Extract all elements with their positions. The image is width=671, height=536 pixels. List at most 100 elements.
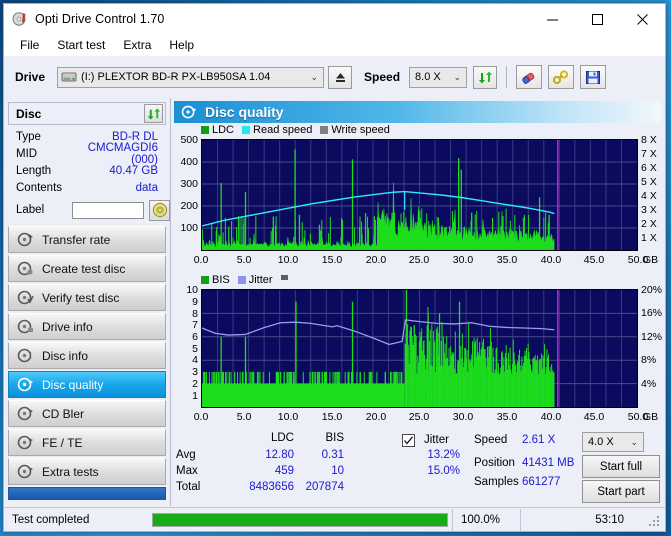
ldc-chart: LDC Read speed Write speed 500 400 300 2… (174, 124, 661, 274)
stats-row-label-avg: Avg (176, 449, 196, 461)
ldc-ytick-300: 300 (180, 178, 198, 190)
disc-quality-header: Disc quality (174, 101, 661, 123)
disc-detect-button[interactable] (149, 199, 170, 221)
speed-value: 8.0 X (415, 71, 441, 83)
sidebar-item-drive-info[interactable]: Drive info (8, 313, 166, 340)
disc-panel-header: Disc (8, 102, 166, 125)
bis-ytick-right-12pct: 12% (641, 331, 663, 343)
bis-xtick-20: 20.0 (365, 411, 387, 423)
nav-fill-strip (8, 487, 166, 500)
sidebar-item-transfer-rate[interactable]: Transfer rate (8, 226, 166, 253)
sidebar-item-cd-bler[interactable]: CD Bler (8, 400, 166, 427)
ldc-ytick-right-5x: 5 X (641, 176, 657, 188)
disc-quality-icon (17, 377, 35, 393)
disc-info-key: Length (16, 164, 52, 177)
legend-label-read-speed: Read speed (253, 124, 313, 136)
sidebar-item-label: Disc info (42, 348, 89, 363)
stats-bis-total: 207874 (305, 481, 344, 493)
menu-help[interactable]: Help (161, 36, 202, 54)
disc-info-value: data (135, 181, 158, 194)
stats-ldc-total: 8483656 (249, 481, 294, 493)
maximize-button[interactable] (575, 4, 620, 34)
ldc-xtick-45: 45.0 (583, 254, 605, 266)
stats-speed-value: 2.61 X (522, 434, 556, 446)
ldc-ytick-500: 500 (180, 134, 198, 146)
ldc-ytick-right-7x: 7 X (641, 148, 657, 160)
sidebar-item-label: FE / TE (42, 435, 83, 450)
bis-xtick-0: 0.0 (193, 411, 209, 423)
refresh-button[interactable] (473, 65, 498, 89)
bis-xtick-10: 10.0 (277, 411, 299, 423)
disc-refresh-button[interactable] (144, 104, 163, 123)
bis-plot-area[interactable] (201, 289, 638, 408)
speed-label: Speed (364, 70, 401, 84)
title-bar: Opti Drive Control 1.70 (4, 4, 665, 34)
chevron-down-icon: ⌄ (453, 71, 462, 82)
bis-ytick-7: 7 (192, 319, 198, 331)
ldc-xaxis-unit: GB (643, 254, 659, 266)
bis-ytick-right-16pct: 16% (641, 307, 663, 319)
bis-xtick-45: 45.0 (583, 411, 605, 423)
test-speed-value: 4.0 X (588, 436, 614, 448)
disc-speed-icon (17, 232, 35, 248)
speed-select[interactable]: 8.0 X ⌄ (409, 66, 468, 88)
ldc-xtick-40: 40.0 (540, 254, 562, 266)
sidebar-item-disc-info[interactable]: Disc info (8, 342, 166, 369)
menu-file[interactable]: File (12, 36, 47, 54)
stats-row-label-total: Total (176, 481, 201, 493)
ldc-xtick-30: 30.0 (452, 254, 474, 266)
toolbar: Drive (I:) PLEXTOR BD-R PX-LB950SA 1.04 … (4, 56, 665, 99)
sidebar-item-label: Transfer rate (42, 232, 111, 247)
window-controls (530, 4, 665, 34)
menu-bar: File Start test Extra Help (4, 34, 665, 56)
save-button[interactable] (580, 65, 607, 89)
eject-button[interactable] (328, 65, 353, 89)
legend-label-ldc: LDC (212, 124, 235, 136)
menu-extra[interactable]: Extra (115, 36, 159, 54)
legend-swatch-ldc (201, 126, 209, 134)
bis-xtick-5: 5.0 (236, 411, 252, 423)
legend-swatch-bis (201, 276, 209, 284)
legend-label-jitter: Jitter (248, 274, 273, 286)
sidebar-item-label: Verify test disc (42, 290, 120, 305)
start-part-button[interactable]: Start part (582, 480, 660, 503)
drive-info-icon (17, 319, 35, 335)
menu-start-test[interactable]: Start test (49, 36, 113, 54)
bis-xtick-30: 30.0 (452, 411, 474, 423)
stats-header-ldc: LDC (270, 432, 294, 444)
tools-button[interactable] (548, 65, 575, 89)
sidebar-item-create-test-disc[interactable]: Create test disc (8, 255, 166, 282)
sidebar-item-disc-quality[interactable]: Disc quality (8, 371, 166, 398)
stats-jitter-max: 15.0% (427, 465, 460, 477)
bis-ytick-right-4pct: 4% (641, 378, 657, 390)
start-full-button[interactable]: Start full (582, 455, 660, 478)
disc-quality-icon (181, 105, 197, 119)
disc-info-row-length: Length 40.47 GB (4, 162, 170, 179)
disc-label-input[interactable] (72, 201, 144, 219)
jitter-checkbox[interactable] (402, 434, 415, 447)
sidebar-item-extra-tests[interactable]: Extra tests (8, 458, 166, 485)
stats-jitter-avg: 13.2% (427, 449, 460, 461)
ldc-xtick-15: 15.0 (321, 254, 343, 266)
resize-grip[interactable] (649, 514, 661, 526)
sidebar-item-verify-test-disc[interactable]: Verify test disc (8, 284, 166, 311)
disc-info-value: CMCMAGDI6 (000) (87, 141, 158, 166)
ldc-plot-area[interactable] (201, 139, 638, 251)
drive-select[interactable]: (I:) PLEXTOR BD-R PX-LB950SA 1.04 ⌄ (57, 66, 325, 88)
close-button[interactable] (620, 4, 665, 34)
minimize-button[interactable] (530, 4, 575, 34)
bis-ytick-10: 10 (186, 284, 198, 296)
test-speed-select[interactable]: 4.0 X ⌄ (582, 432, 644, 452)
erase-button[interactable] (516, 65, 543, 89)
bis-xtick-40: 40.0 (540, 411, 562, 423)
progress-bar-fill (153, 514, 447, 526)
chevron-down-icon: ⌄ (310, 71, 319, 82)
legend-label-bis: BIS (212, 274, 230, 286)
stats-row-label-max: Max (176, 465, 198, 477)
ldc-xtick-35: 35.0 (496, 254, 518, 266)
ldc-chart-legend: LDC Read speed Write speed (201, 124, 398, 136)
ldc-ytick-right-1x: 1 X (641, 232, 657, 244)
window-title: Opti Drive Control 1.70 (35, 12, 165, 26)
sidebar-item-fe-te[interactable]: FE / TE (8, 429, 166, 456)
legend-label-write-speed: Write speed (331, 124, 390, 136)
